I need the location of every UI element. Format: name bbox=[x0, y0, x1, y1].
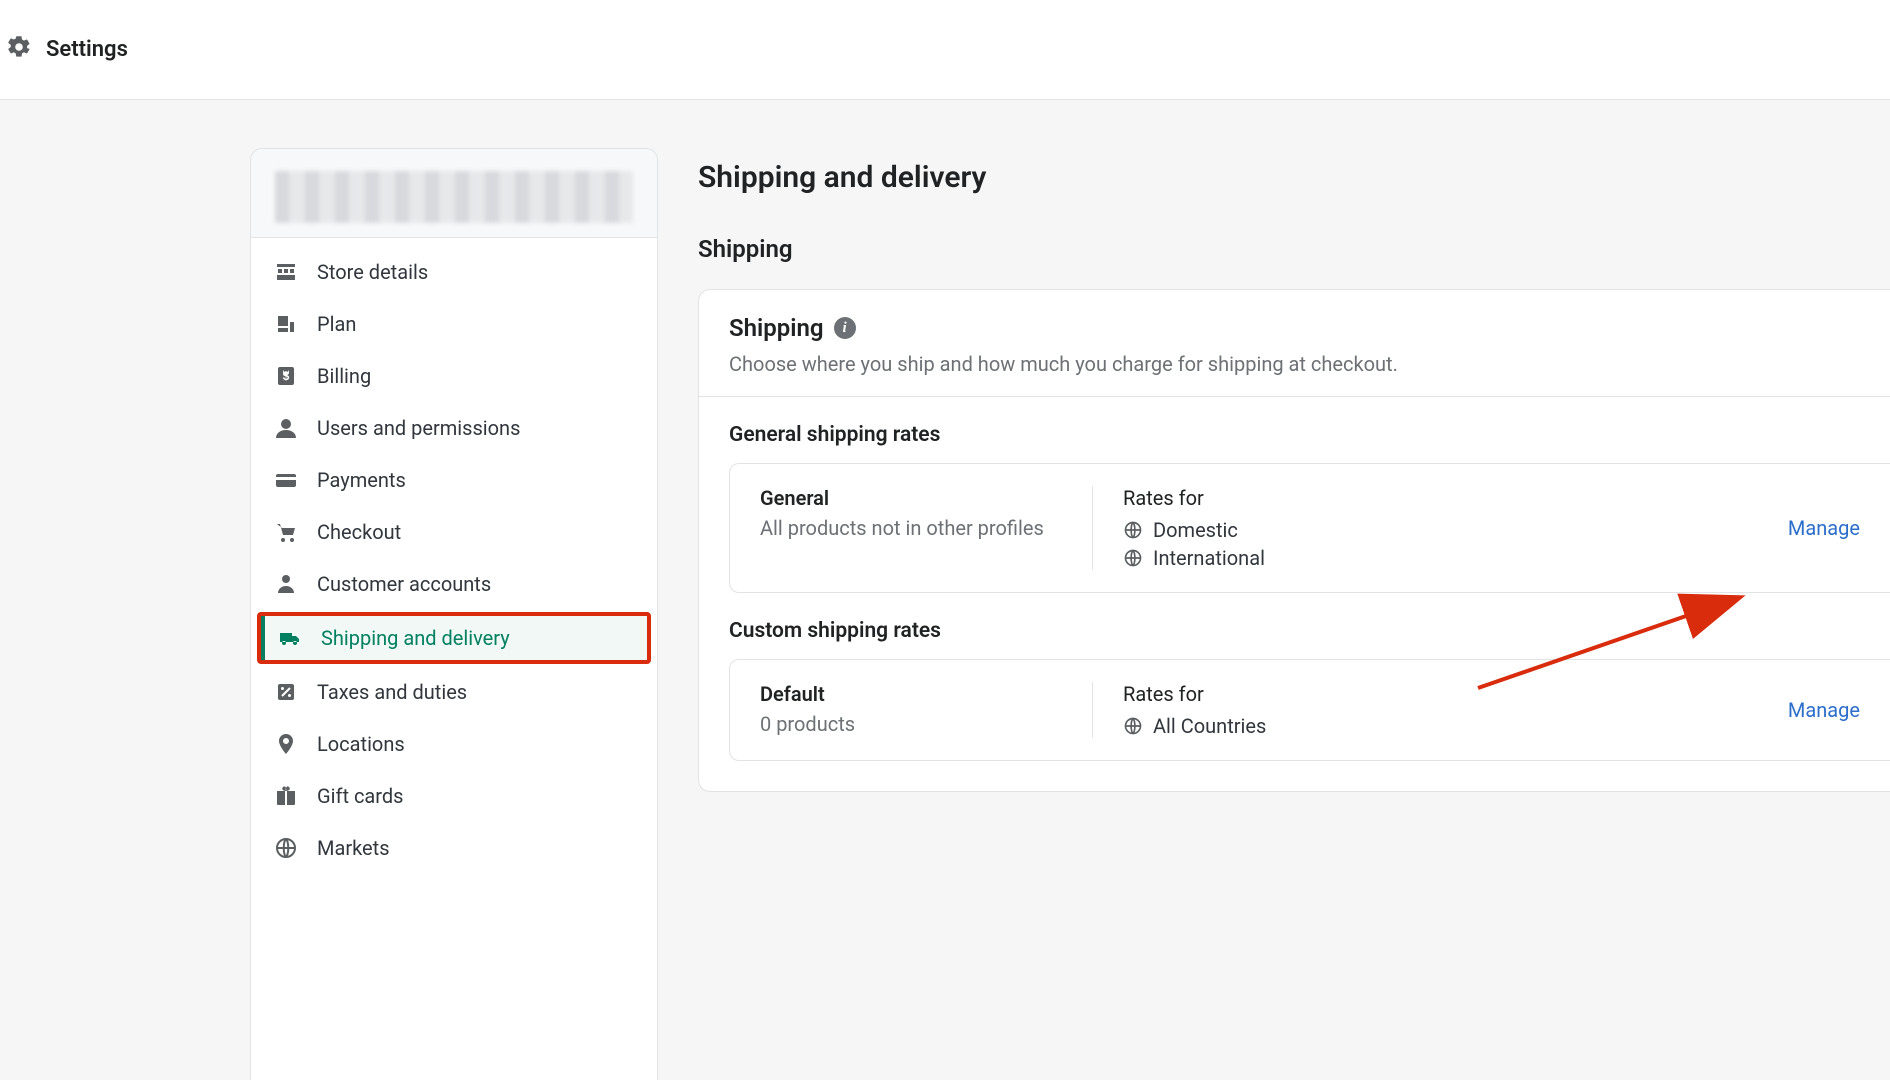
sidebar-item-label: Billing bbox=[317, 364, 371, 388]
billing-icon bbox=[273, 363, 299, 389]
card-description: Choose where you ship and how much you c… bbox=[729, 352, 1860, 376]
globe-icon bbox=[1123, 520, 1143, 540]
store-name-redacted bbox=[275, 171, 633, 223]
profile-sub: All products not in other profiles bbox=[760, 516, 1062, 540]
profile-name: General bbox=[760, 486, 1062, 510]
sidebar-item-label: Shipping and delivery bbox=[321, 626, 510, 650]
sidebar-item-label: Checkout bbox=[317, 520, 401, 544]
settings-sidebar: Store details Plan Billing Users and per… bbox=[250, 148, 658, 1080]
sidebar-item-label: Gift cards bbox=[317, 784, 403, 808]
settings-nav: Store details Plan Billing Users and per… bbox=[251, 238, 657, 882]
page-title: Shipping and delivery bbox=[698, 160, 1890, 195]
sidebar-item-locations[interactable]: Locations bbox=[251, 718, 657, 770]
rate-text: Domestic bbox=[1153, 518, 1238, 542]
sidebar-item-label: Payments bbox=[317, 468, 406, 492]
sidebar-item-label: Store details bbox=[317, 260, 428, 284]
sidebar-item-users[interactable]: Users and permissions bbox=[251, 402, 657, 454]
sidebar-item-markets[interactable]: Markets bbox=[251, 822, 657, 874]
pin-icon bbox=[273, 731, 299, 757]
topbar: Settings bbox=[0, 0, 1890, 100]
sidebar-store-header bbox=[251, 149, 657, 238]
store-icon bbox=[273, 259, 299, 285]
manage-link-general[interactable]: Manage bbox=[1788, 516, 1860, 540]
sidebar-item-label: Markets bbox=[317, 836, 390, 860]
rate-text: International bbox=[1153, 546, 1265, 570]
card-icon bbox=[273, 467, 299, 493]
custom-rates-heading: Custom shipping rates bbox=[699, 593, 1890, 659]
info-icon[interactable]: i bbox=[834, 317, 856, 339]
sidebar-item-customer-accounts[interactable]: Customer accounts bbox=[251, 558, 657, 610]
shipping-card: Shipping i Choose where you ship and how… bbox=[698, 289, 1890, 792]
manage-link-custom[interactable]: Manage bbox=[1788, 698, 1860, 722]
sidebar-item-payments[interactable]: Payments bbox=[251, 454, 657, 506]
percent-icon bbox=[273, 679, 299, 705]
annotation-highlight-box: Shipping and delivery bbox=[257, 612, 651, 664]
sidebar-item-checkout[interactable]: Checkout bbox=[251, 506, 657, 558]
card-title: Shipping bbox=[729, 314, 824, 342]
sidebar-item-store-details[interactable]: Store details bbox=[251, 246, 657, 298]
shipping-card-header: Shipping i Choose where you ship and how… bbox=[699, 290, 1890, 396]
general-rates-heading: General shipping rates bbox=[699, 397, 1890, 463]
rates-for-label: Rates for bbox=[1123, 682, 1728, 706]
cart-icon bbox=[273, 519, 299, 545]
rate-item: Domestic bbox=[1123, 518, 1728, 542]
person-icon bbox=[273, 571, 299, 597]
plan-icon bbox=[273, 311, 299, 337]
sidebar-item-billing[interactable]: Billing bbox=[251, 350, 657, 402]
general-profile-row: General All products not in other profil… bbox=[729, 463, 1890, 593]
rate-item: International bbox=[1123, 546, 1728, 570]
sidebar-item-label: Users and permissions bbox=[317, 416, 520, 440]
rate-item: All Countries bbox=[1123, 714, 1728, 738]
globe-icon bbox=[273, 835, 299, 861]
truck-icon bbox=[277, 625, 303, 651]
sidebar-item-label: Taxes and duties bbox=[317, 680, 467, 704]
rates-for-label: Rates for bbox=[1123, 486, 1728, 510]
rate-text: All Countries bbox=[1153, 714, 1266, 738]
globe-icon bbox=[1123, 548, 1143, 568]
sidebar-item-gift-cards[interactable]: Gift cards bbox=[251, 770, 657, 822]
sidebar-item-label: Customer accounts bbox=[317, 572, 491, 596]
settings-title: Settings bbox=[46, 37, 128, 62]
globe-icon bbox=[1123, 716, 1143, 736]
sidebar-item-taxes[interactable]: Taxes and duties bbox=[251, 666, 657, 718]
sidebar-item-shipping[interactable]: Shipping and delivery bbox=[261, 616, 647, 660]
sidebar-item-label: Plan bbox=[317, 312, 356, 336]
sidebar-item-label: Locations bbox=[317, 732, 405, 756]
custom-profile-row: Default 0 products Rates for All Countri… bbox=[729, 659, 1890, 761]
section-label-shipping: Shipping bbox=[698, 235, 1890, 263]
gift-icon bbox=[273, 783, 299, 809]
profile-sub: 0 products bbox=[760, 712, 1062, 736]
profile-name: Default bbox=[760, 682, 1062, 706]
gear-icon bbox=[6, 34, 32, 65]
user-icon bbox=[273, 415, 299, 441]
main-content: Shipping and delivery Shipping Shipping … bbox=[658, 148, 1890, 1080]
sidebar-item-plan[interactable]: Plan bbox=[251, 298, 657, 350]
